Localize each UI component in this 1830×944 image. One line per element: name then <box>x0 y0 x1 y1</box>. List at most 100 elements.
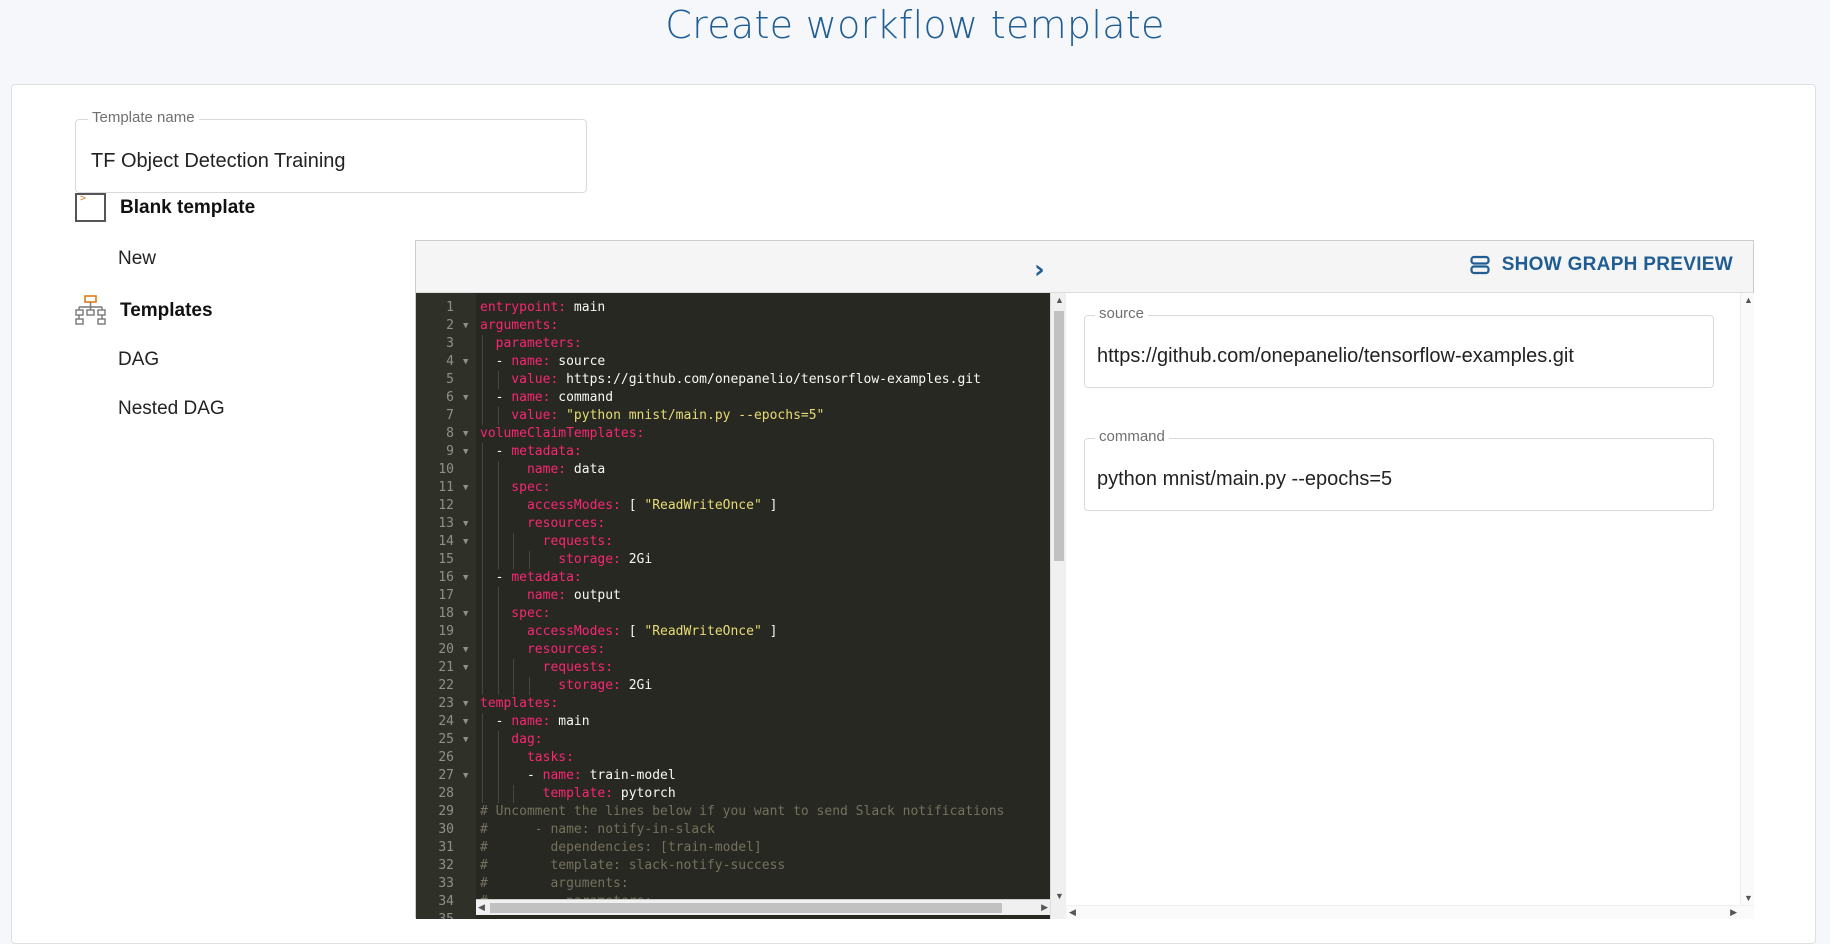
preview-horizontal-scrollbar[interactable]: ◀ ▶ <box>1066 905 1754 919</box>
code-line: 22 storage: 2Gi <box>416 677 1050 695</box>
code-text: # dependencies: [train-model] <box>480 839 762 857</box>
yaml-code-editor[interactable]: 1 entrypoint: main 2 ▼ arguments: 3 parameter… <box>416 293 1050 919</box>
editor-toolbar: › SHOW GRAPH PREVIEW <box>416 241 1753 293</box>
sidebar-blank-label: Blank template <box>120 196 256 218</box>
preview-scroll-right-icon[interactable]: ▶ <box>1730 907 1737 918</box>
fold-toggle-icon[interactable]: ▼ <box>463 569 468 587</box>
fold-toggle-icon[interactable]: ▼ <box>463 515 468 533</box>
scroll-right-icon[interactable]: ▶ <box>1041 902 1048 913</box>
code-token: parameters: <box>480 336 582 351</box>
fold-toggle-icon[interactable]: ▼ <box>463 767 468 785</box>
sidebar-item-dag[interactable]: DAG <box>118 349 159 371</box>
line-number: 13 <box>438 516 454 531</box>
template-name-input[interactable]: TF Object Detection Training <box>91 150 346 173</box>
code-text: entrypoint: main <box>480 299 605 317</box>
code-line: 32 # template: slack-notify-success <box>416 857 1050 875</box>
param-source-field[interactable]: source https://github.com/onepanelio/ten… <box>1084 305 1714 388</box>
preview-vertical-scrollbar[interactable]: ▲ ▼ <box>1740 293 1754 919</box>
preview-scroll-left-icon[interactable]: ◀ <box>1069 907 1076 918</box>
code-text: parameters: <box>480 335 582 353</box>
line-number: 7 <box>446 408 454 423</box>
editor-horizontal-scroll-thumb[interactable] <box>490 903 1002 913</box>
line-number: 31 <box>438 840 454 855</box>
preview-scroll-down-icon[interactable]: ▼ <box>1744 893 1753 903</box>
code-token: output <box>566 588 621 603</box>
code-line: 29 # Uncomment the lines below if you wan… <box>416 803 1050 821</box>
fold-toggle-icon[interactable]: ▼ <box>463 443 468 461</box>
param-command-input[interactable]: python mnist/main.py --epochs=5 <box>1097 468 1392 491</box>
code-text: # template: slack-notify-success <box>480 857 785 875</box>
line-number: 32 <box>438 858 454 873</box>
scroll-down-icon[interactable]: ▼ <box>1055 891 1064 901</box>
preview-scroll-up-icon[interactable]: ▲ <box>1744 295 1753 305</box>
fold-toggle-icon[interactable]: ▼ <box>463 425 468 443</box>
code-line: 19 accessModes: [ "ReadWriteOnce" ] <box>416 623 1050 641</box>
code-text: tasks: <box>480 749 574 767</box>
fold-toggle-icon[interactable]: ▼ <box>463 533 468 551</box>
line-number: 1 <box>446 300 454 315</box>
code-line: 12 accessModes: [ "ReadWriteOnce" ] <box>416 497 1050 515</box>
editor-horizontal-scrollbar[interactable]: ◀ ▶ <box>476 899 1050 915</box>
editor-panel: › SHOW GRAPH PREVIEW 1 entrypoint: main 2 ▼… <box>415 240 1754 919</box>
fold-toggle-icon[interactable]: ▼ <box>463 317 468 335</box>
code-line: 13 ▼ resources: <box>416 515 1050 533</box>
template-name-field[interactable]: Template name TF Object Detection Traini… <box>75 109 587 193</box>
code-token: volumeClaimTemplates: <box>480 426 645 441</box>
code-token: name: <box>511 714 551 729</box>
code-token: - <box>480 390 512 405</box>
code-token: arguments: <box>480 318 559 333</box>
code-token: template: <box>480 786 614 801</box>
scroll-up-icon[interactable]: ▲ <box>1055 295 1064 305</box>
code-token: source <box>550 354 606 369</box>
line-number: 19 <box>438 624 454 639</box>
line-number: 21 <box>438 660 454 675</box>
param-source-input[interactable]: https://github.com/onepanelio/tensorflow… <box>1097 345 1574 368</box>
code-text: # Uncomment the lines below if you want … <box>480 803 1004 821</box>
fold-toggle-icon[interactable]: ▼ <box>463 641 468 659</box>
line-number: 9 <box>446 444 454 459</box>
sidebar-item-nested-dag[interactable]: Nested DAG <box>118 398 225 420</box>
show-graph-preview-button[interactable]: SHOW GRAPH PREVIEW <box>1470 254 1733 276</box>
scroll-left-icon[interactable]: ◀ <box>478 902 485 913</box>
fold-toggle-icon[interactable]: ▼ <box>463 713 468 731</box>
code-line: 7 value: "python mnist/main.py --epochs=… <box>416 407 1050 425</box>
sidebar-blank-template: Blank template <box>75 193 255 222</box>
code-line: 5 value: https://github.com/onepanelio/t… <box>416 371 1050 389</box>
param-command-field[interactable]: command python mnist/main.py --epochs=5 <box>1084 428 1714 511</box>
code-text: resources: <box>480 515 605 533</box>
fold-toggle-icon[interactable]: ▼ <box>463 605 468 623</box>
line-number: 26 <box>438 750 454 765</box>
fold-toggle-icon[interactable]: ▼ <box>463 659 468 677</box>
code-token: requests: <box>480 534 614 549</box>
code-text: # - name: notify-in-slack <box>480 821 715 839</box>
code-token: # arguments: <box>480 876 629 891</box>
code-text: - metadata: <box>480 443 582 461</box>
code-token: - <box>480 768 543 783</box>
line-number: 29 <box>438 804 454 819</box>
line-number: 35 <box>416 911 458 919</box>
fold-toggle-icon[interactable]: ▼ <box>463 731 468 749</box>
editor-vertical-scrollbar[interactable]: ▲ ▼ <box>1050 293 1066 919</box>
code-token: name: <box>511 390 551 405</box>
code-text: templates: <box>480 695 558 713</box>
terminal-icon <box>75 193 106 222</box>
line-number: 24 <box>438 714 454 729</box>
editor-vertical-scroll-thumb[interactable] <box>1054 311 1064 561</box>
line-number: 5 <box>446 372 454 387</box>
code-token: dag: <box>480 732 543 747</box>
line-number: 23 <box>438 696 454 711</box>
fold-toggle-icon[interactable]: ▼ <box>463 353 468 371</box>
code-token: main <box>566 300 606 315</box>
fold-toggle-icon[interactable]: ▼ <box>463 389 468 407</box>
code-token: tasks: <box>480 750 574 765</box>
sidebar-item-new[interactable]: New <box>118 248 156 270</box>
code-line: 10 name: data <box>416 461 1050 479</box>
code-text: spec: <box>480 479 550 497</box>
fold-toggle-icon[interactable]: ▼ <box>463 695 468 713</box>
fold-toggle-icon[interactable]: ▼ <box>463 479 468 497</box>
param-command-label: command <box>1095 428 1169 445</box>
code-token: pytorch <box>613 786 676 801</box>
code-token: metadata: <box>511 570 582 585</box>
chevron-right-icon[interactable]: › <box>1034 255 1045 285</box>
line-number: 30 <box>438 822 454 837</box>
